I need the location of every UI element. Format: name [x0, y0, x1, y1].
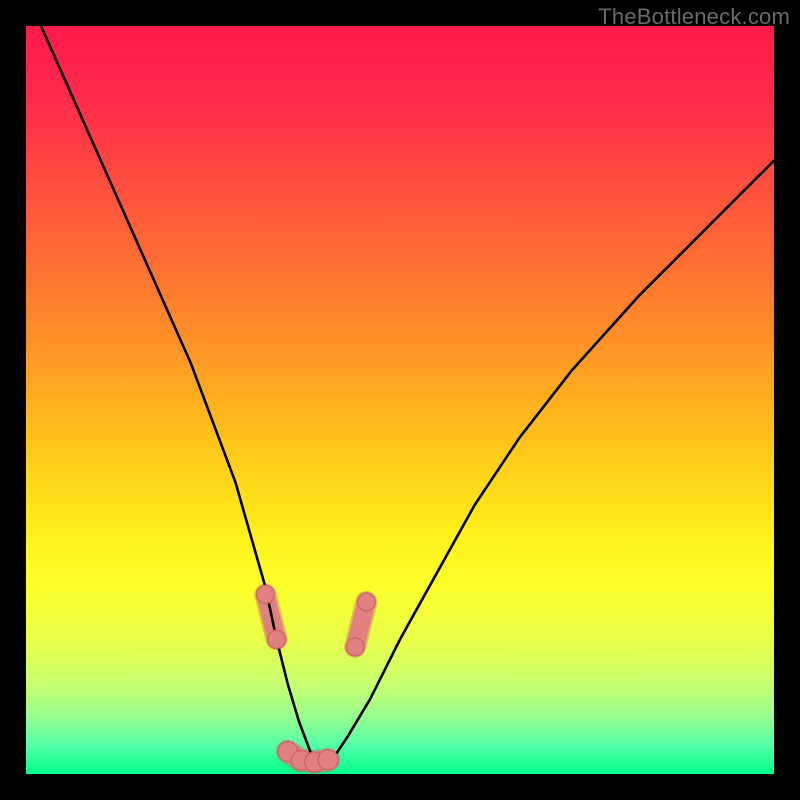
plot-area	[26, 26, 774, 774]
watermark-text: TheBottleneck.com	[598, 4, 790, 30]
gradient-background	[26, 26, 774, 774]
chart-svg	[26, 26, 774, 774]
marker-bottom-flat-end	[318, 750, 338, 770]
chart-frame: TheBottleneck.com	[0, 0, 800, 800]
marker-right-segment-bottom	[346, 638, 364, 656]
marker-left-segment-top	[256, 585, 274, 603]
marker-right-segment-top	[357, 593, 375, 611]
marker-left-segment-bottom	[268, 630, 286, 648]
